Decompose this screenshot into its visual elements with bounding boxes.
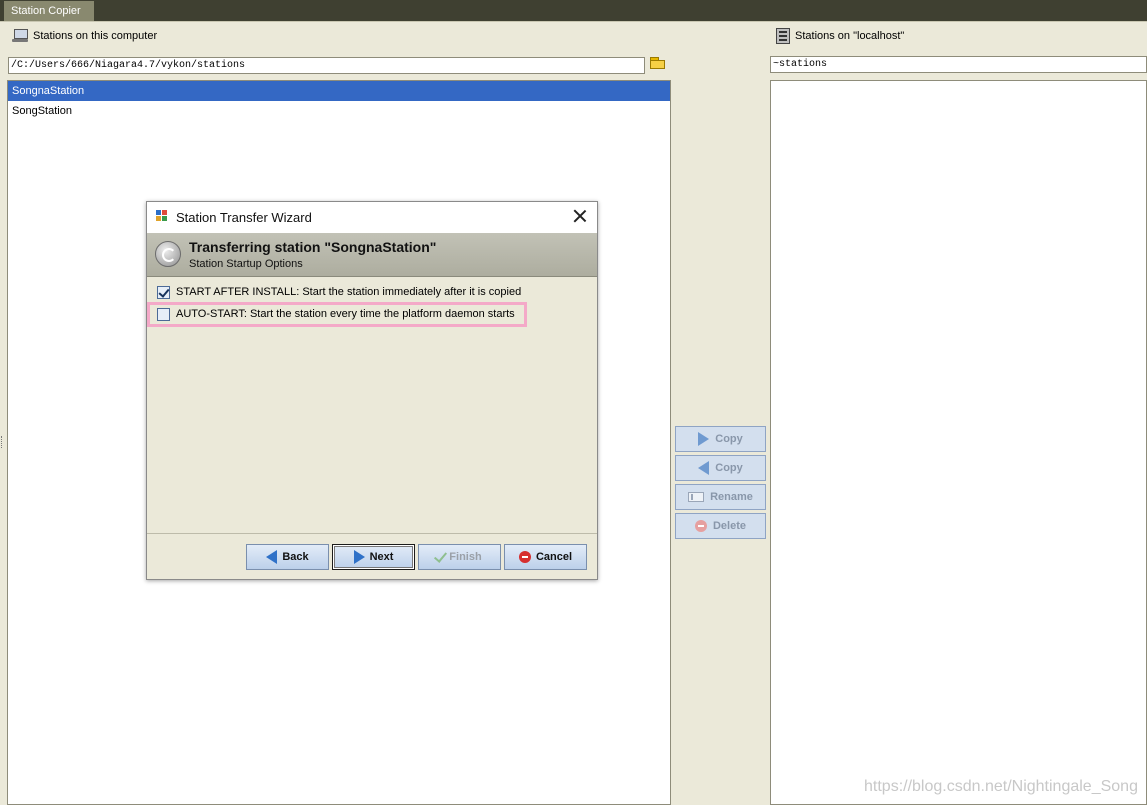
remote-stations-list[interactable]	[770, 80, 1147, 805]
copy-to-local-button[interactable]: Copy	[675, 455, 766, 481]
close-icon[interactable]	[573, 209, 587, 223]
divider	[0, 21, 1147, 22]
list-item[interactable]: SongnaStation	[8, 81, 670, 101]
copy-to-remote-button[interactable]: Copy	[675, 426, 766, 452]
auto-start-checkbox[interactable]	[157, 307, 170, 321]
arrow-right-icon	[698, 432, 710, 446]
list-item[interactable]: SongStation	[8, 101, 670, 121]
dialog-divider	[147, 533, 597, 534]
checkmark-icon	[434, 548, 448, 563]
cancel-button[interactable]: Cancel	[504, 544, 587, 570]
finish-button[interactable]: Finish	[418, 544, 501, 570]
start-after-install-checkbox[interactable]	[157, 285, 170, 299]
app-logo-icon	[156, 210, 170, 224]
cancel-icon	[518, 551, 531, 563]
dialog-header-subtitle: Station Startup Options	[189, 258, 303, 270]
left-panel-label: Stations on this computer	[33, 30, 158, 42]
rename-icon	[688, 492, 705, 502]
delete-icon	[694, 520, 707, 532]
top-tab-bar: Station Copier	[0, 0, 1147, 21]
left-panel-header: Stations on this computer	[12, 28, 157, 44]
right-path-field[interactable]: ~stations	[770, 56, 1147, 73]
arrow-left-icon	[698, 461, 710, 475]
tab-station-copier[interactable]: Station Copier	[4, 1, 94, 21]
start-after-install-option[interactable]: START AFTER INSTALL: Start the station i…	[157, 284, 521, 300]
delete-button[interactable]: Delete	[675, 513, 766, 539]
back-button[interactable]: Back	[246, 544, 329, 570]
left-path-field[interactable]: /C:/Users/666/Niagara4.7/vykon/stations	[8, 57, 645, 74]
watermark: https://blog.csdn.net/Nightingale_Song	[864, 778, 1138, 795]
computer-icon	[12, 29, 28, 43]
dialog-title-bar: Station Transfer Wizard	[147, 202, 597, 233]
next-button[interactable]: Next	[332, 544, 415, 570]
dialog-title: Station Transfer Wizard	[176, 210, 312, 225]
dialog-header-title: Transferring station "SongnaStation"	[189, 239, 437, 255]
dialog-header: Transferring station "SongnaStation" Sta…	[147, 233, 597, 277]
transfer-icon	[155, 241, 181, 267]
folder-icon[interactable]	[650, 56, 666, 71]
splitter-handle[interactable]	[1, 436, 4, 448]
station-transfer-wizard-dialog: Station Transfer Wizard Transferring sta…	[146, 201, 598, 580]
arrow-right-icon	[353, 550, 365, 564]
arrow-left-icon	[266, 550, 278, 564]
right-panel-label: Stations on "localhost"	[795, 30, 905, 42]
server-icon	[776, 28, 790, 44]
auto-start-option[interactable]: AUTO-START: Start the station every time…	[157, 306, 515, 322]
rename-button[interactable]: Rename	[675, 484, 766, 510]
right-panel-header: Stations on "localhost"	[776, 28, 904, 44]
